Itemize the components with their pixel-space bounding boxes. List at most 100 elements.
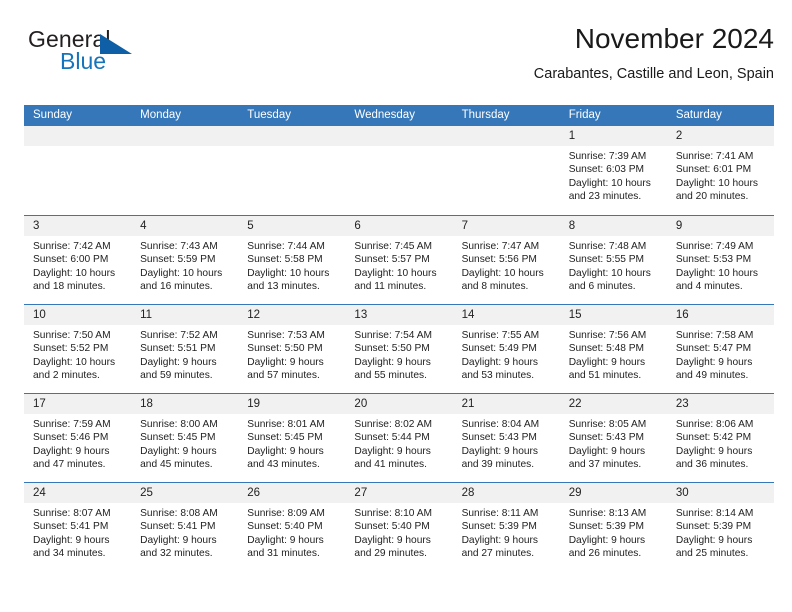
calendar-page: General Blue November 2024 Carabantes, C… bbox=[0, 0, 792, 612]
day-cell[interactable]: 1 Sunrise: 7:39 AM Sunset: 6:03 PM Dayli… bbox=[559, 126, 667, 215]
day-cell[interactable]: 16 Sunrise: 7:58 AM Sunset: 5:47 PM Dayl… bbox=[666, 305, 774, 393]
sunset-text: Sunset: 5:40 PM bbox=[247, 521, 323, 533]
day-info: Sunrise: 7:47 AM Sunset: 5:56 PM Dayligh… bbox=[453, 236, 560, 294]
day-number: 10 bbox=[33, 309, 46, 321]
day-info: Sunrise: 7:52 AM Sunset: 5:51 PM Dayligh… bbox=[131, 325, 238, 383]
day-info: Sunrise: 8:10 AM Sunset: 5:40 PM Dayligh… bbox=[345, 503, 452, 561]
day-number: 8 bbox=[568, 220, 576, 232]
sunset-text: Sunset: 5:49 PM bbox=[461, 343, 537, 355]
sunset-text: Sunset: 5:50 PM bbox=[354, 343, 430, 355]
sunset-text: Sunset: 5:55 PM bbox=[568, 254, 645, 266]
day-cell[interactable]: 4 Sunrise: 7:43 AM Sunset: 5:59 PM Dayli… bbox=[131, 216, 239, 304]
sunrise-text: Sunrise: 8:02 AM bbox=[354, 419, 433, 430]
day-cell[interactable]: 14 Sunrise: 7:55 AM Sunset: 5:49 PM Dayl… bbox=[452, 305, 560, 393]
day-cell[interactable]: 30 Sunrise: 8:14 AM Sunset: 5:39 PM Dayl… bbox=[666, 483, 774, 571]
day-cell[interactable]: 18 Sunrise: 8:00 AM Sunset: 5:45 PM Dayl… bbox=[131, 394, 239, 482]
brand-logo[interactable]: General Blue bbox=[24, 26, 224, 82]
day-cell[interactable]: 2 Sunrise: 7:41 AM Sunset: 6:01 PM Dayli… bbox=[666, 126, 774, 215]
day-cell[interactable]: 12 Sunrise: 7:53 AM Sunset: 5:50 PM Dayl… bbox=[238, 305, 346, 393]
day-cell[interactable]: 13 Sunrise: 7:54 AM Sunset: 5:50 PM Dayl… bbox=[345, 305, 453, 393]
sunset-text: Sunset: 5:48 PM bbox=[568, 343, 645, 355]
day-cell[interactable]: 7 Sunrise: 7:47 AM Sunset: 5:56 PM Dayli… bbox=[452, 216, 560, 304]
day-cell bbox=[24, 126, 132, 215]
day-number: 30 bbox=[675, 487, 689, 499]
day-number-band: 15 bbox=[559, 305, 667, 325]
day-info bbox=[131, 146, 238, 150]
day-cell[interactable]: 27 Sunrise: 8:10 AM Sunset: 5:40 PM Dayl… bbox=[345, 483, 453, 571]
day-info: Sunrise: 8:02 AM Sunset: 5:44 PM Dayligh… bbox=[345, 414, 452, 472]
day-cell[interactable]: 5 Sunrise: 7:44 AM Sunset: 5:58 PM Dayli… bbox=[238, 216, 346, 304]
day-cell[interactable]: 8 Sunrise: 7:48 AM Sunset: 5:55 PM Dayli… bbox=[559, 216, 667, 304]
day-cell[interactable]: 24 Sunrise: 8:07 AM Sunset: 5:41 PM Dayl… bbox=[24, 483, 132, 571]
day-number: 6 bbox=[354, 220, 361, 232]
day-info: Sunrise: 7:53 AM Sunset: 5:50 PM Dayligh… bbox=[238, 325, 345, 383]
day-number: 7 bbox=[461, 220, 468, 232]
day-cell[interactable]: 6 Sunrise: 7:45 AM Sunset: 5:57 PM Dayli… bbox=[345, 216, 453, 304]
daylight-text-line1: Daylight: 9 hours bbox=[675, 356, 753, 368]
day-cell[interactable]: 23 Sunrise: 8:06 AM Sunset: 5:42 PM Dayl… bbox=[666, 394, 774, 482]
week-row: 24 Sunrise: 8:07 AM Sunset: 5:41 PM Dayl… bbox=[24, 482, 774, 571]
daylight-text-line1: Daylight: 9 hours bbox=[354, 445, 431, 457]
day-cell[interactable]: 17 Sunrise: 7:59 AM Sunset: 5:46 PM Dayl… bbox=[24, 394, 132, 482]
daylight-text-line2: and 26 minutes. bbox=[568, 548, 642, 560]
day-cell[interactable]: 22 Sunrise: 8:05 AM Sunset: 5:43 PM Dayl… bbox=[559, 394, 667, 482]
daylight-text-line1: Daylight: 10 hours bbox=[675, 177, 758, 189]
sunset-text: Sunset: 5:47 PM bbox=[675, 343, 752, 355]
weekday-wednesday: Wednesday bbox=[354, 109, 415, 121]
day-cell[interactable]: 10 Sunrise: 7:50 AM Sunset: 5:52 PM Dayl… bbox=[24, 305, 132, 393]
sunset-text: Sunset: 5:43 PM bbox=[568, 432, 645, 444]
daylight-text-line1: Daylight: 9 hours bbox=[568, 356, 646, 368]
weekday-thursday: Thursday bbox=[461, 109, 510, 121]
day-number-band: 4 bbox=[131, 216, 239, 236]
day-number: 16 bbox=[675, 309, 689, 321]
day-number-band: 21 bbox=[452, 394, 560, 414]
day-cell[interactable]: 15 Sunrise: 7:56 AM Sunset: 5:48 PM Dayl… bbox=[559, 305, 667, 393]
page-title: November 2024 bbox=[574, 23, 774, 54]
day-info: Sunrise: 8:14 AM Sunset: 5:39 PM Dayligh… bbox=[667, 503, 774, 561]
weekday-saturday: Saturday bbox=[675, 109, 722, 121]
sunset-text: Sunset: 5:58 PM bbox=[247, 254, 323, 266]
day-cell[interactable]: 20 Sunrise: 8:02 AM Sunset: 5:44 PM Dayl… bbox=[345, 394, 453, 482]
week-row: 17 Sunrise: 7:59 AM Sunset: 5:46 PM Dayl… bbox=[24, 393, 774, 482]
day-info: Sunrise: 7:49 AM Sunset: 5:53 PM Dayligh… bbox=[667, 236, 774, 294]
week-row: 1 Sunrise: 7:39 AM Sunset: 6:03 PM Dayli… bbox=[24, 126, 774, 215]
day-cell[interactable]: 28 Sunrise: 8:11 AM Sunset: 5:39 PM Dayl… bbox=[452, 483, 560, 571]
daylight-text-line1: Daylight: 10 hours bbox=[354, 267, 437, 279]
day-cell[interactable]: 9 Sunrise: 7:49 AM Sunset: 5:53 PM Dayli… bbox=[666, 216, 774, 304]
sunrise-text: Sunrise: 8:00 AM bbox=[140, 419, 218, 430]
day-number-band: 19 bbox=[238, 394, 346, 414]
sunset-text: Sunset: 5:57 PM bbox=[354, 254, 430, 266]
daylight-text-line2: and 2 minutes. bbox=[33, 370, 100, 382]
day-cell[interactable]: 29 Sunrise: 8:13 AM Sunset: 5:39 PM Dayl… bbox=[559, 483, 667, 571]
day-number-band: 16 bbox=[666, 305, 774, 325]
day-info: Sunrise: 7:50 AM Sunset: 5:52 PM Dayligh… bbox=[24, 325, 131, 383]
daylight-text-line1: Daylight: 9 hours bbox=[461, 356, 539, 368]
day-cell[interactable]: 21 Sunrise: 8:04 AM Sunset: 5:43 PM Dayl… bbox=[452, 394, 560, 482]
day-number-band: 12 bbox=[238, 305, 346, 325]
day-number: 1 bbox=[568, 130, 576, 142]
daylight-text-line2: and 25 minutes. bbox=[675, 548, 749, 560]
sunrise-text: Sunrise: 7:48 AM bbox=[568, 241, 647, 252]
sunset-text: Sunset: 5:46 PM bbox=[33, 432, 109, 444]
day-number-band bbox=[452, 126, 560, 146]
day-number-band: 23 bbox=[666, 394, 774, 414]
day-cell[interactable]: 25 Sunrise: 8:08 AM Sunset: 5:41 PM Dayl… bbox=[131, 483, 239, 571]
day-number-band bbox=[238, 126, 346, 146]
day-number-band: 1 bbox=[559, 126, 667, 146]
daylight-text-line1: Daylight: 10 hours bbox=[461, 267, 544, 279]
daylight-text-line2: and 20 minutes. bbox=[675, 191, 749, 203]
sunset-text: Sunset: 5:50 PM bbox=[247, 343, 323, 355]
weekday-friday: Friday bbox=[568, 109, 601, 121]
day-cell[interactable]: 3 Sunrise: 7:42 AM Sunset: 6:00 PM Dayli… bbox=[24, 216, 132, 304]
daylight-text-line2: and 55 minutes. bbox=[354, 370, 427, 382]
sunrise-text: Sunrise: 7:43 AM bbox=[140, 241, 218, 252]
sunset-text: Sunset: 6:01 PM bbox=[675, 164, 752, 176]
day-cell bbox=[131, 126, 239, 215]
day-cell[interactable]: 19 Sunrise: 8:01 AM Sunset: 5:45 PM Dayl… bbox=[238, 394, 346, 482]
day-cell[interactable]: 11 Sunrise: 7:52 AM Sunset: 5:51 PM Dayl… bbox=[131, 305, 239, 393]
daylight-text-line2: and 6 minutes. bbox=[568, 281, 636, 293]
day-cell[interactable]: 26 Sunrise: 8:09 AM Sunset: 5:40 PM Dayl… bbox=[238, 483, 346, 571]
daylight-text-line1: Daylight: 9 hours bbox=[354, 356, 431, 368]
sunset-text: Sunset: 5:52 PM bbox=[33, 343, 109, 355]
sunset-text: Sunset: 5:39 PM bbox=[568, 521, 645, 533]
